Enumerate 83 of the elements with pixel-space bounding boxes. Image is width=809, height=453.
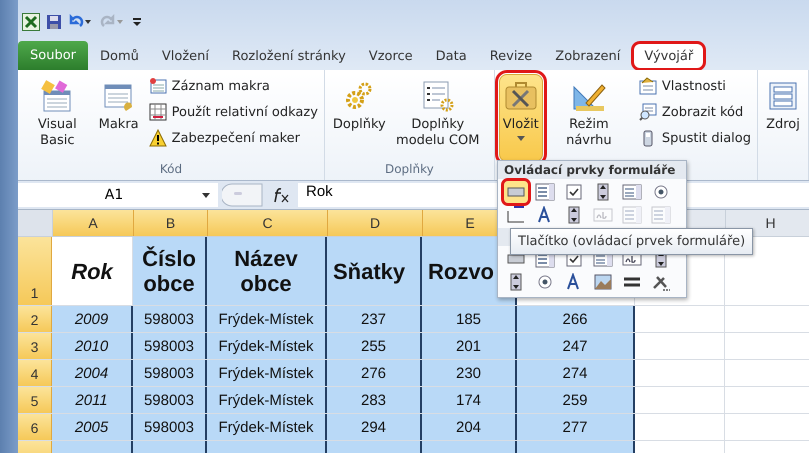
ribbon-button[interactable]: Doplňky	[328, 74, 390, 162]
ribbon-button[interactable]: Spustit dialog	[636, 126, 753, 150]
row-header[interactable]: 4	[18, 360, 52, 386]
table-cell: 185	[422, 306, 517, 332]
combo-box-icon[interactable]	[533, 181, 557, 203]
ribbon-tab[interactable]: Vložení	[150, 43, 220, 70]
table-cell: 598003	[133, 333, 207, 359]
table-cell: 2004	[52, 360, 133, 386]
row-header[interactable]: 3	[18, 333, 52, 359]
table-cell: 237	[327, 306, 422, 332]
table-cell: 598003	[133, 387, 207, 413]
ribbon-button[interactable]: Použít relativní odkazy	[146, 100, 320, 124]
table-cell: 204	[422, 414, 517, 440]
table-cell: Sňatky	[327, 237, 422, 305]
table-cell: 247	[517, 333, 635, 359]
table-cell: Frýdek-Místek	[207, 306, 327, 332]
checklist-gear-icon	[420, 79, 455, 113]
ribbon-tab[interactable]: Revize	[478, 43, 544, 70]
row-header[interactable]: 2	[18, 306, 52, 332]
view-code-icon	[638, 103, 657, 121]
undo-icon[interactable]	[68, 14, 94, 30]
ribbon-button[interactable]: Makra	[94, 74, 143, 162]
table-cell: 598003	[133, 360, 207, 386]
table-cell: 230	[422, 360, 517, 386]
column-header[interactable]: C	[208, 210, 328, 236]
table-cell: Frýdek-Místek	[207, 387, 327, 413]
dropdown-arrow-icon[interactable]	[202, 192, 210, 198]
ribbon-tab[interactable]: Vývojář	[632, 42, 706, 70]
table-cell: 2005	[52, 414, 133, 440]
column-header[interactable]: B	[134, 210, 208, 236]
table-cell: 598003	[133, 306, 207, 332]
warning-icon	[148, 129, 167, 147]
table-cell: 174	[422, 387, 517, 413]
group-label: Doplňky	[384, 162, 435, 178]
menu-section-title: Ovládací prvky formuláře	[498, 161, 686, 179]
table-cell: 283	[327, 387, 422, 413]
table-cell: 274	[517, 360, 635, 386]
relative-grid-icon	[148, 103, 167, 121]
table-cell: 294	[327, 414, 422, 440]
ribbon-tab[interactable]: Domů	[89, 43, 150, 70]
save-icon[interactable]	[46, 14, 62, 30]
ribbon-button[interactable]: Záznam makra	[146, 74, 320, 98]
table-cell: Frýdek-Místek	[207, 360, 327, 386]
ribbon-tab[interactable]: Zobrazení	[544, 43, 632, 70]
function-icon	[272, 187, 290, 203]
row-header[interactable]: 6	[18, 414, 52, 440]
properties-icon	[638, 77, 657, 95]
table-cell: 201	[422, 333, 517, 359]
splitter-handle-icon[interactable]	[222, 183, 264, 207]
ribbon-button[interactable]: Doplňky modelu COM	[392, 74, 484, 162]
row-header[interactable]: 5	[18, 387, 52, 413]
table-cell: 276	[327, 360, 422, 386]
button-control-icon[interactable]	[504, 181, 528, 203]
table-cell: 259	[517, 387, 635, 413]
table-cell: 2011	[52, 387, 133, 413]
table-cell: 2009	[52, 306, 133, 332]
table-cell: 2010	[52, 333, 133, 359]
file-tab[interactable]: Soubor	[18, 41, 88, 70]
ribbon-button[interactable]: Zabezpečení maker	[146, 126, 320, 150]
column-header[interactable]: D	[328, 210, 423, 236]
table-cell: 255	[327, 333, 422, 359]
ribbon-button[interactable]: Vlastnosti	[636, 74, 753, 98]
tooltip: Tlačítko (ovládací prvek formuláře)	[510, 228, 754, 255]
dropdown-arrow-icon	[516, 136, 525, 141]
ribbon-tab[interactable]: Rozložení stránky	[221, 43, 357, 70]
ribbon-tab[interactable]: Data	[424, 43, 478, 70]
table-cell: Frýdek-Místek	[207, 333, 327, 359]
column-header[interactable]: A	[53, 210, 134, 236]
ribbon-button[interactable]: Zobrazit kód	[636, 100, 753, 124]
excel-logo-icon[interactable]	[22, 12, 40, 31]
table-cell: 598003	[133, 414, 207, 440]
table-cell: Frýdek-Místek	[207, 414, 327, 440]
ribbon-button[interactable]: Visual Basic	[22, 74, 93, 162]
table-cell: 277	[517, 414, 635, 440]
row-header[interactable]: 1	[18, 237, 52, 305]
record-icon	[148, 77, 167, 95]
table-cell: Číslo obce	[133, 237, 207, 305]
table-cell: 266	[517, 306, 635, 332]
group-label: Kód	[158, 162, 184, 178]
ribbon-button[interactable]: Zdroj	[762, 74, 804, 162]
name-box[interactable]: A1	[18, 183, 218, 207]
table-cell: Název obce	[207, 237, 327, 305]
ribbon-tab[interactable]: Vzorce	[358, 43, 424, 70]
